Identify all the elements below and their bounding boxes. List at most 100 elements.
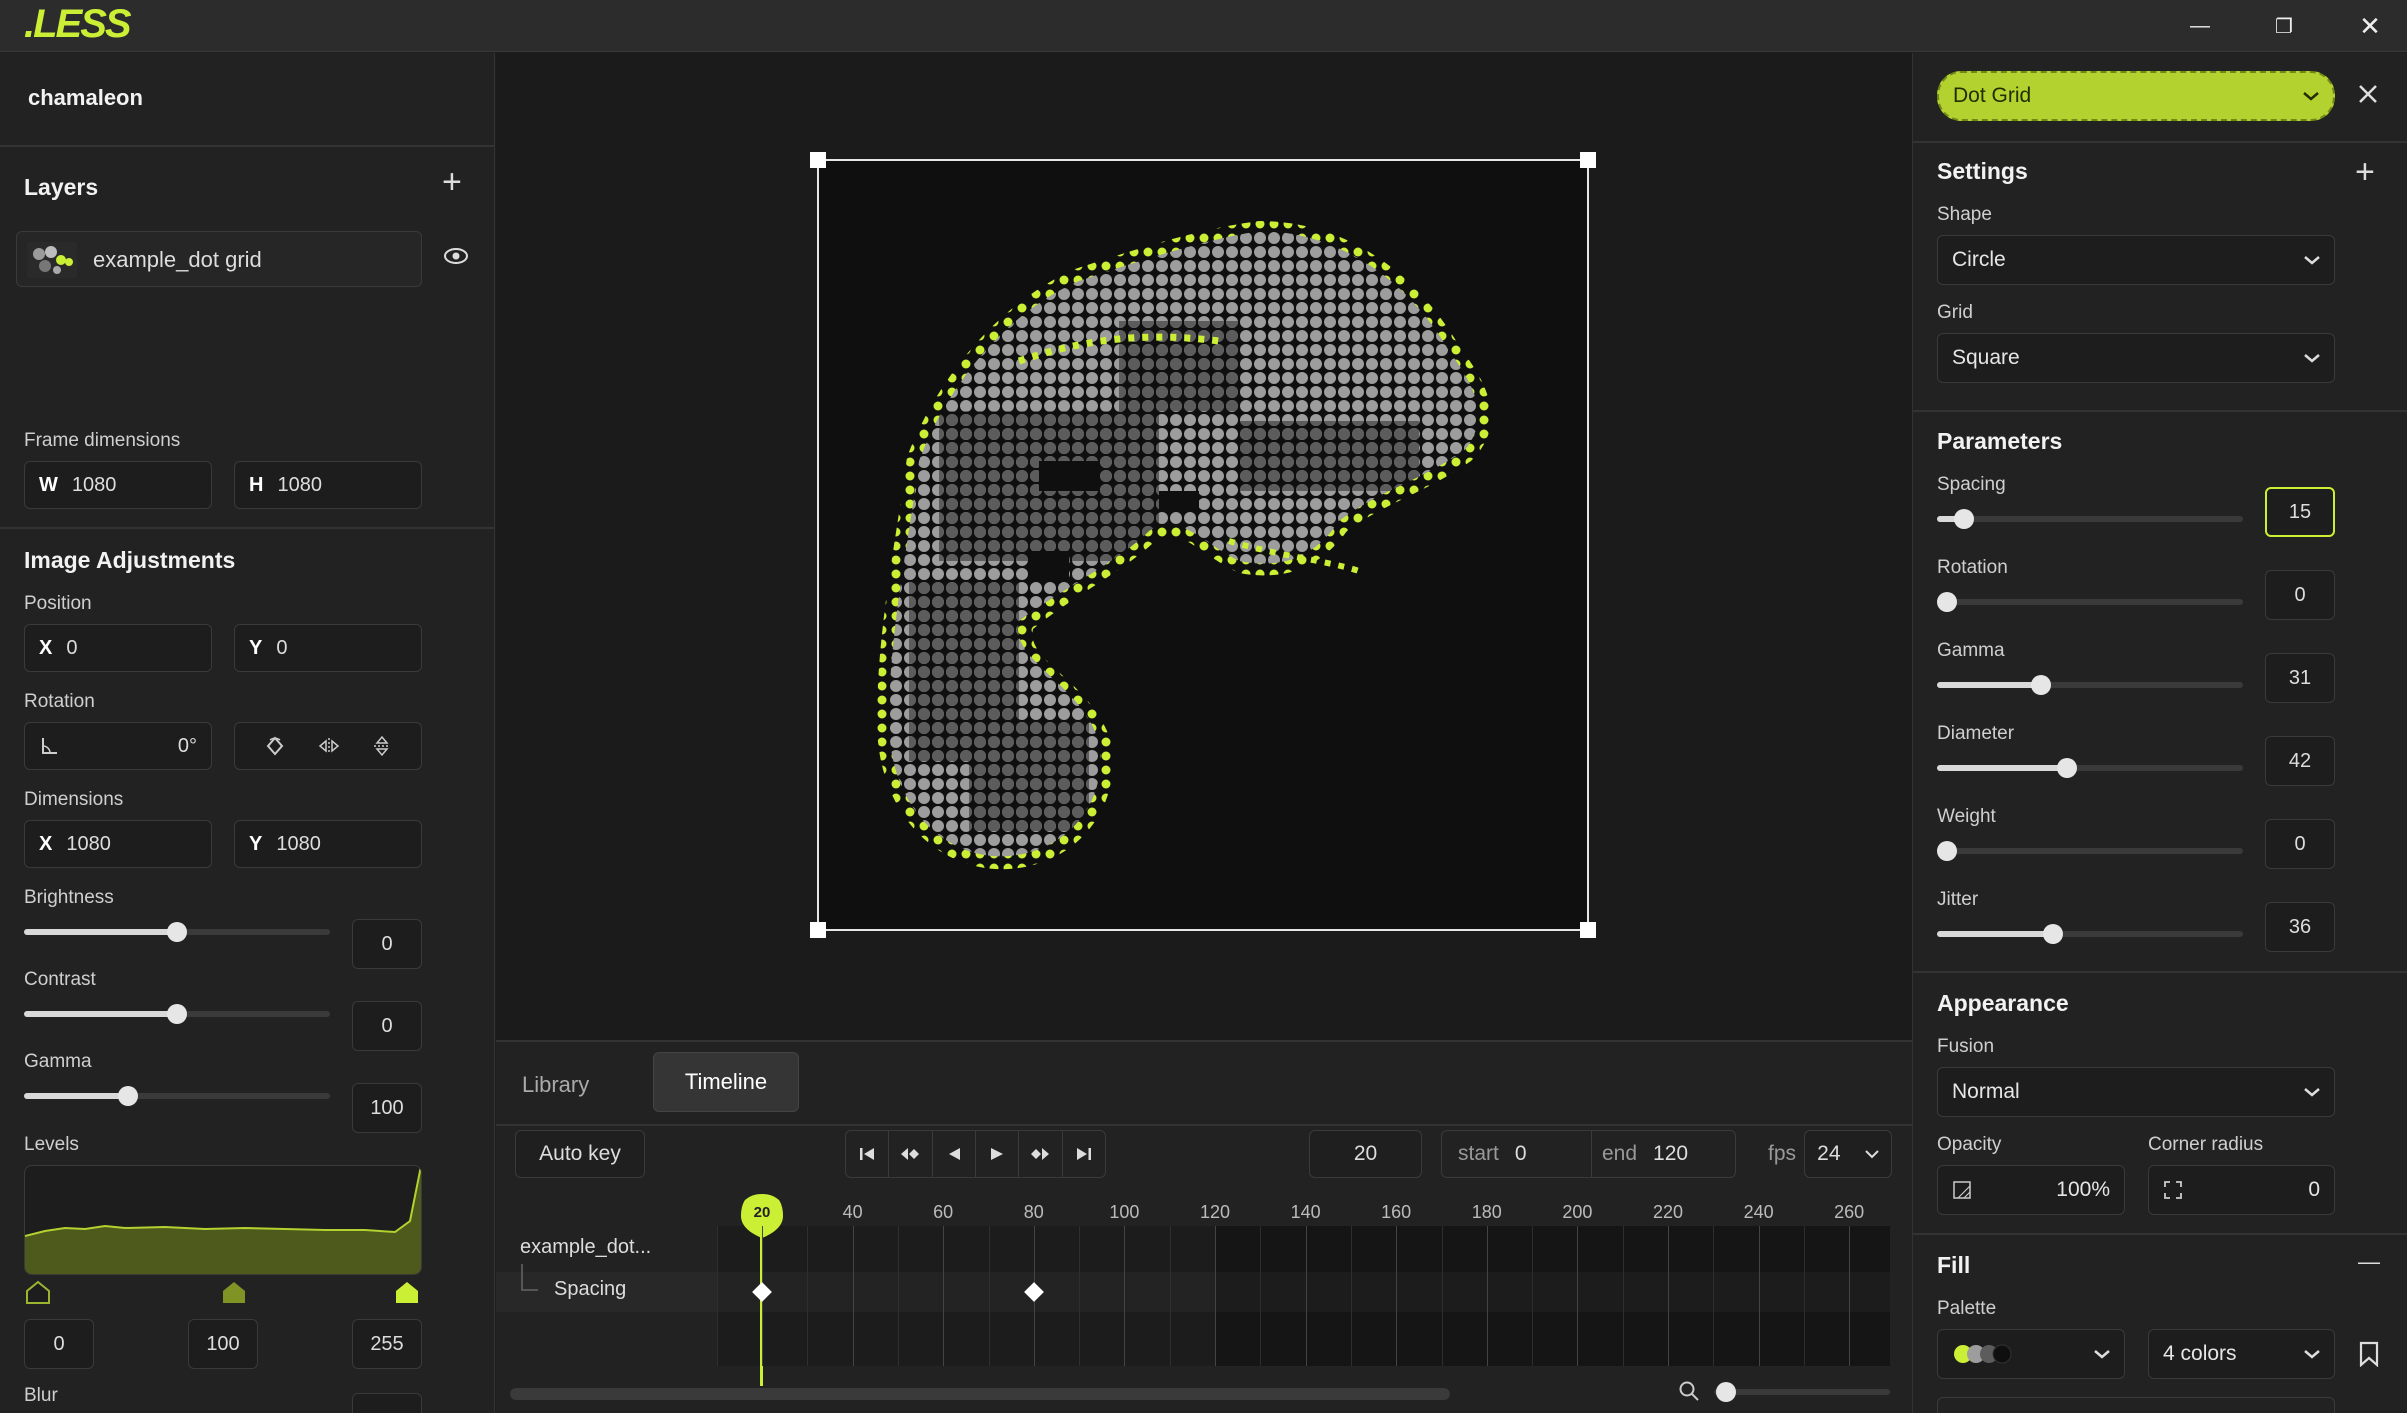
close-window-button[interactable]: ✕: [2346, 8, 2394, 44]
blur-value[interactable]: [352, 1393, 422, 1413]
end-field[interactable]: end 120: [1592, 1131, 1735, 1177]
param-gamma-slider[interactable]: [1937, 682, 2243, 688]
tab-library[interactable]: Library: [522, 1072, 589, 1098]
ruler-tick-label: 40: [842, 1202, 863, 1222]
brightness-handle[interactable]: [167, 922, 187, 942]
levels-mid-value[interactable]: 100: [188, 1319, 258, 1369]
flip-vertical-icon[interactable]: [372, 734, 392, 758]
close-icon[interactable]: [2357, 83, 2379, 105]
ruler-gridline: [1577, 1226, 1579, 1366]
fusion-select[interactable]: Normal: [1937, 1067, 2335, 1117]
param-rotation-value[interactable]: 0: [2265, 570, 2335, 620]
contrast-handle[interactable]: [167, 1004, 187, 1024]
layer-item[interactable]: example_dot grid: [16, 231, 422, 287]
effect-select[interactable]: Dot Grid: [1937, 71, 2335, 121]
levels-mid-handle[interactable]: [223, 1282, 245, 1303]
param-rotation-handle[interactable]: [1937, 592, 1957, 612]
maximize-button[interactable]: ❐: [2260, 8, 2308, 44]
position-y-field[interactable]: Y0: [234, 624, 422, 672]
ruler-tick-label: 120: [1199, 1202, 1231, 1222]
frame-width-field[interactable]: W 1080: [24, 461, 212, 509]
shape-select[interactable]: Circle: [1937, 235, 2335, 285]
effect-name: Dot Grid: [1953, 84, 2032, 107]
track-label[interactable]: example_dot...: [520, 1236, 651, 1259]
auto-key-button[interactable]: Auto key: [515, 1130, 645, 1178]
project-name[interactable]: chamaleon: [28, 85, 143, 111]
gamma-slider[interactable]: [24, 1093, 330, 1099]
param-spacing-slider[interactable]: [1937, 516, 2243, 522]
collapse-fill-button[interactable]: —: [2358, 1249, 2380, 1275]
param-weight-handle[interactable]: [1937, 841, 1957, 861]
color-count-select[interactable]: 4 colors: [2148, 1329, 2335, 1379]
param-diameter-slider[interactable]: [1937, 765, 2243, 771]
start-field[interactable]: start 0: [1442, 1131, 1592, 1177]
resize-handle-bl[interactable]: [810, 922, 826, 938]
bookmark-icon[interactable]: [2359, 1341, 2379, 1367]
add-setting-button[interactable]: +: [2355, 153, 2375, 192]
param-jitter-value[interactable]: 36: [2265, 902, 2335, 952]
ruler-minor-gridline: [988, 1226, 990, 1366]
current-frame-field[interactable]: 20: [1309, 1130, 1422, 1178]
dimensions-x-field[interactable]: X 1080: [24, 820, 212, 868]
levels-white-handle[interactable]: [396, 1282, 418, 1303]
artboard[interactable]: [810, 152, 1596, 938]
timeline-scrollbar[interactable]: [510, 1388, 1450, 1400]
palette-editor[interactable]: [1937, 1397, 2335, 1413]
sub-track-label[interactable]: Spacing: [554, 1278, 626, 1301]
chevron-down-icon: [2303, 92, 2319, 101]
levels-histogram: [24, 1165, 422, 1275]
param-jitter-handle[interactable]: [2042, 924, 2063, 944]
param-gamma-fill: [1937, 682, 2038, 688]
fps-select[interactable]: 24: [1804, 1130, 1892, 1178]
levels-low-value[interactable]: 0: [24, 1319, 94, 1369]
minimize-button[interactable]: —: [2176, 8, 2224, 44]
param-diameter-handle[interactable]: [2057, 758, 2078, 778]
flip-horizontal-icon[interactable]: [317, 736, 341, 756]
levels-high-value[interactable]: 255: [352, 1319, 422, 1369]
ruler-minor-gridline: [1441, 1226, 1443, 1366]
gamma-handle[interactable]: [118, 1086, 139, 1106]
param-diameter-value[interactable]: 42: [2265, 736, 2335, 786]
ruler-tick-label: 260: [1834, 1202, 1865, 1222]
resize-handle-tl[interactable]: [810, 152, 826, 168]
rotate-icon[interactable]: [264, 735, 286, 757]
param-spacing-handle[interactable]: [1954, 509, 1975, 529]
go-to-start-button[interactable]: [846, 1131, 890, 1177]
tab-timeline[interactable]: Timeline: [653, 1052, 799, 1112]
go-to-end-button[interactable]: [1063, 1131, 1105, 1177]
param-rotation-slider[interactable]: [1937, 599, 2243, 605]
next-keyframe-button[interactable]: [1019, 1131, 1063, 1177]
opacity-field[interactable]: 100%: [1937, 1165, 2125, 1215]
resize-handle-tr[interactable]: [1580, 152, 1596, 168]
dimensions-y-field[interactable]: Y 1080: [234, 820, 422, 868]
contrast-value[interactable]: 0: [352, 1001, 422, 1051]
grid-select[interactable]: Square: [1937, 333, 2335, 383]
param-gamma-value[interactable]: 31: [2265, 653, 2335, 703]
ruler-gridline: [943, 1226, 945, 1366]
resize-handle-br[interactable]: [1580, 922, 1596, 938]
brightness-value[interactable]: 0: [352, 919, 422, 969]
position-x-field[interactable]: X0: [24, 624, 212, 672]
param-weight-value[interactable]: 0: [2265, 819, 2335, 869]
frame-height-field[interactable]: H 1080: [234, 461, 422, 509]
ruler-minor-gridline: [1169, 1226, 1171, 1366]
param-gamma-handle[interactable]: [2031, 675, 2052, 695]
zoom-handle[interactable]: [1716, 1382, 1736, 1402]
param-weight-slider[interactable]: [1937, 848, 2243, 854]
prev-keyframe-button[interactable]: [889, 1131, 933, 1177]
gamma-value[interactable]: 100: [352, 1083, 422, 1133]
param-jitter-slider[interactable]: [1937, 931, 2243, 937]
rotation-field[interactable]: 0°: [24, 722, 212, 770]
prev-frame-button[interactable]: [933, 1131, 976, 1177]
param-diameter-fill: [1937, 765, 2066, 771]
track-row-spacing: [496, 1272, 1890, 1312]
corner-radius-field[interactable]: 0: [2148, 1165, 2335, 1215]
add-layer-button[interactable]: +: [442, 163, 462, 202]
param-spacing-value[interactable]: 15: [2265, 487, 2335, 537]
play-button[interactable]: [976, 1131, 1020, 1177]
levels-black-handle[interactable]: [26, 1280, 50, 1304]
zoom-slider[interactable]: [1714, 1389, 1890, 1395]
canvas-area: [496, 53, 1912, 1040]
layer-visibility-toggle[interactable]: [443, 246, 469, 271]
palette-select[interactable]: [1937, 1329, 2125, 1379]
